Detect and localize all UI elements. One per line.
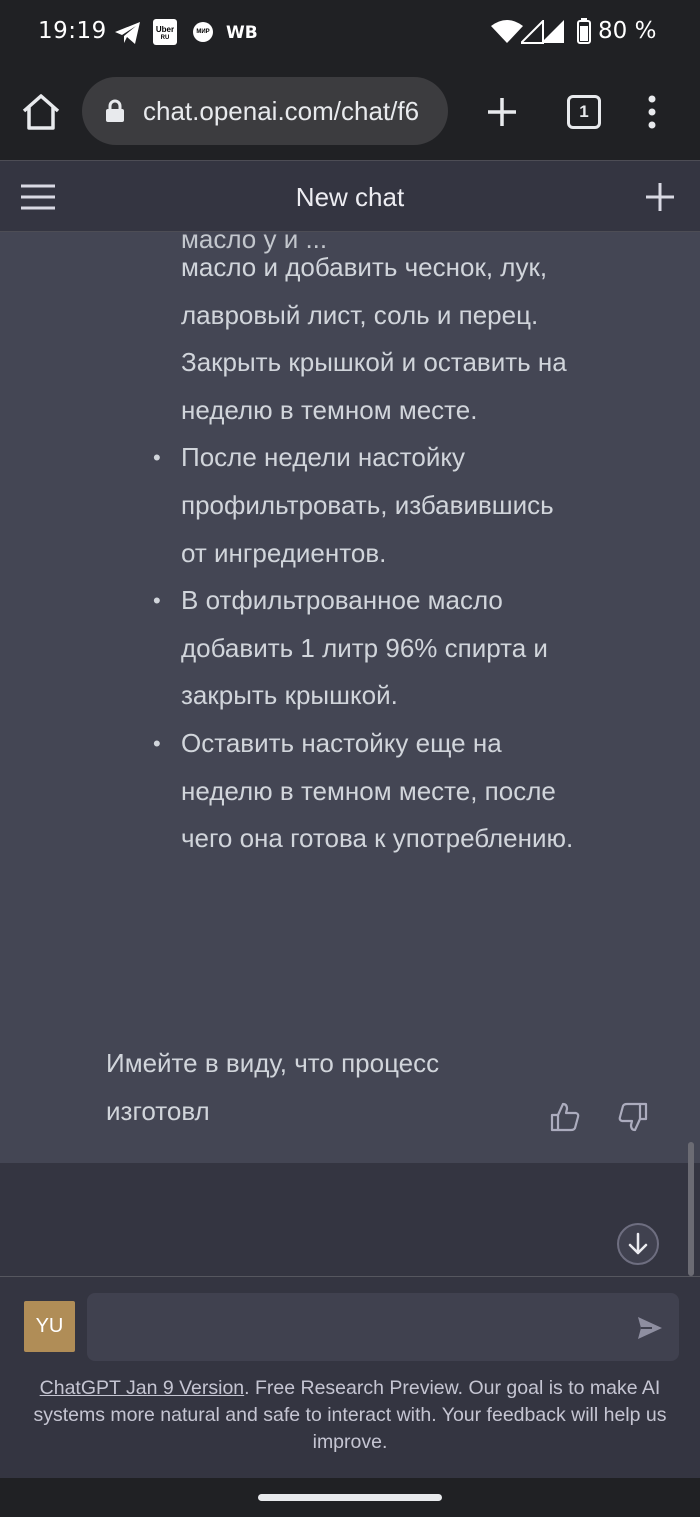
lock-icon [106,99,124,122]
signal-icon [521,20,567,44]
browser-toolbar: chat.openai.com/chat/f6 1 [0,64,700,160]
thumbs-up-button[interactable] [549,1102,581,1132]
uber-label: Uber [155,25,175,34]
closing-text: Имейте в виду, что процесс изготовл [106,1048,440,1126]
list-item: • В отфильтрованное масло добавить 1 литр… [153,577,581,720]
list-item-text: Оставить настойку еще на неделю в темном… [181,727,574,854]
thumbs-up-icon [550,1102,580,1132]
version-link[interactable]: ChatGPT Jan 9 Version [40,1377,245,1399]
send-icon [638,1317,662,1339]
scrollbar[interactable] [688,1142,694,1276]
list-item-text: масло и добавить чеснок, лук, лавровый л… [181,252,567,425]
wb-icon: WB [226,21,258,45]
home-icon [22,94,60,130]
list-item-text: В отфильтрованное масло добавить 1 литр … [181,585,548,711]
chat-title: New chat [295,182,405,212]
bullet: • [153,730,161,756]
home-button[interactable] [20,92,62,132]
scroll-to-bottom-button[interactable] [617,1223,659,1265]
tabs-icon-count: 1 [579,102,589,121]
footer-disclaimer: ChatGPT Jan 9 Version. Free Research Pre… [20,1375,680,1456]
plus-icon [646,183,674,211]
battery-icon [577,18,591,44]
system-nav-bar [0,1478,700,1517]
uber-icon: Uber RU [153,19,177,45]
overflow-menu-icon [648,95,656,129]
bullet: • [153,588,161,614]
user-avatar: YU [24,1301,75,1352]
plus-icon [488,98,516,126]
new-tab-button[interactable] [484,94,520,130]
prompt-input[interactable] [103,1293,623,1361]
assistant-message: масло у и ... •масло и добавить чеснок, … [0,232,700,1163]
uber-sub-label: RU [160,35,170,41]
wifi-icon [490,20,524,44]
wb-label: WB [226,23,258,43]
prompt-box[interactable] [87,1293,679,1361]
mir-icon: МИР [193,22,213,42]
bullet: • [153,445,161,471]
url-text: chat.openai.com/chat/f6 [143,96,420,126]
mir-label: МИР [196,29,210,35]
gesture-handle[interactable] [258,1494,442,1501]
list-item: •масло и добавить чеснок, лук, лавровый … [181,244,581,434]
message-list[interactable]: масло у и ... •масло и добавить чеснок, … [0,232,700,1276]
battery-percent: 80 % [598,18,657,44]
thumbs-down-button[interactable] [617,1102,649,1132]
browser-menu-button[interactable] [640,94,664,130]
arrow-down-icon [628,1232,648,1255]
input-area: YU ChatGPT Jan 9 Version. Free Research … [0,1276,700,1478]
list-item-text: После недели настойку профильтровать, из… [181,442,554,568]
address-bar[interactable]: chat.openai.com/chat/f6 [82,77,448,145]
list-item: • Оставить настойку еще на неделю в темно… [153,720,581,863]
chat-header: New chat [0,160,700,232]
thumbs-down-icon [618,1102,648,1132]
new-chat-button[interactable] [644,181,676,213]
status-bar: 19:19 Uber RU МИР WB 80 % [0,0,700,64]
telegram-icon [114,20,142,46]
send-button[interactable] [636,1315,664,1341]
tab-switcher-button[interactable]: 1 [567,95,601,129]
recipe-steps-list: • масло и добавить чеснок, лук, лавровый … [153,244,581,863]
list-item: • После недели настойку профильтровать, и… [153,434,581,577]
status-time: 19:19 [38,18,107,44]
